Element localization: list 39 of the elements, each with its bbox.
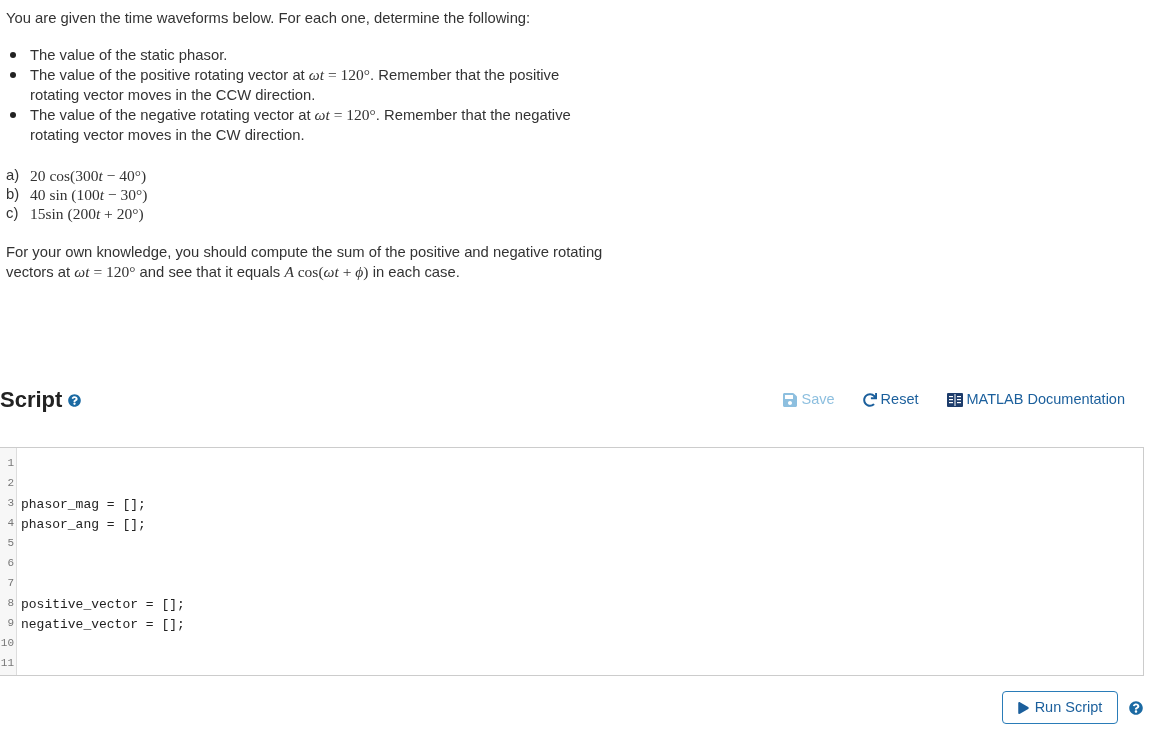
bullet-icon [10,112,16,118]
line-number: 1 [6,456,15,471]
bullet-icon [10,72,16,78]
item-label: c) [6,204,20,223]
line-number: 10 [0,636,15,651]
line-number: 3 [6,496,15,511]
documentation-link[interactable]: MATLAB Documentation [946,385,1125,415]
book-icon [946,393,963,407]
note-text: For your own knowledge, you should compute the sum of the positive and negative rotating vectors at ωt = 120° and see that it equals A cos(ωt + ϕ) in each case. [6,243,604,282]
bullet-icon [10,52,16,58]
bullet-text: The value of the static phasor. [30,46,229,65]
line-number: 8 [6,596,15,611]
waveform-formula: 15sin (200t + 20°) [30,204,144,223]
intro-text: You are given the time waveforms below. For each one, determine the following: [6,9,531,28]
circular-arrow-icon [862,393,877,407]
help-icon[interactable] [68,393,82,407]
line-number: 9 [6,616,15,631]
line-number: 5 [6,536,15,551]
waveform-formula: 20 cos(300t − 40°) [30,166,147,185]
line-number: 4 [6,516,15,531]
code-editor[interactable]: 1 2 3 4 5 6 7 8 9 10 11 phasor_mag = []; phasor_ang = []; positive_vector = []; negative_vector = []; [0,447,1144,676]
help-icon[interactable] [1129,700,1143,715]
script-heading: Script [0,389,63,411]
bullet-text: The value of the positive rotating vector at ωt = 120°. Remember that the positive rotating vector moves in the CCW direction. [30,65,561,105]
item-label: a) [6,166,21,185]
play-icon [1017,701,1029,714]
code-line: phasor_ang = []; [21,517,146,532]
line-number: 2 [6,476,15,491]
code-line: positive_vector = []; [21,597,185,612]
item-label: b) [6,185,21,204]
bullet-text: The value of the negative rotating vector at ωt = 120°. Remember that the negative rotating vector moves in the CW direction. [30,105,572,145]
waveform-formula: 40 sin (100t − 30°) [30,185,148,204]
line-number: 11 [0,656,15,671]
run-script-button[interactable]: Run Script [1002,691,1118,724]
reset-button[interactable]: Reset [862,385,919,415]
code-line: phasor_mag = []; [21,497,146,512]
code-line: negative_vector = []; [21,617,185,632]
line-number: 7 [6,576,15,591]
line-number: 6 [6,556,15,571]
